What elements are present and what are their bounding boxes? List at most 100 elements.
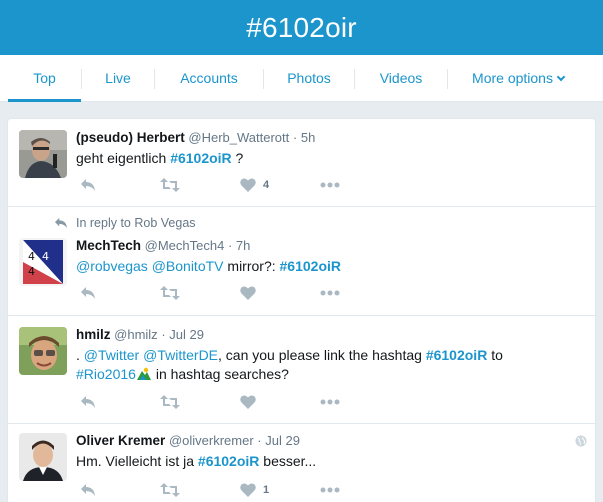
tweet-text: geht eigentlich #6102oiR ? [76, 150, 243, 166]
tweet-text: @robvegas @BonitoTV mirror?: #6102oiR [76, 258, 341, 274]
retweet-icon [160, 178, 180, 192]
reply-button[interactable] [80, 392, 96, 412]
reply-icon [81, 179, 95, 191]
tweet-header: MechTech @MechTech4 · 7h [76, 238, 250, 253]
tweet-header: hmilz @hmilz · Jul 29 [76, 327, 204, 342]
tab-photos[interactable]: Photos [264, 55, 354, 102]
more-actions-button[interactable] [320, 175, 340, 195]
mention-link[interactable]: @TwitterDE [143, 347, 218, 363]
hashtag-link[interactable]: #Rio2016 [76, 366, 136, 382]
tweet-fullname[interactable]: Oliver Kremer [76, 433, 165, 448]
hashtag-link[interactable]: #6102oiR [198, 453, 259, 469]
reply-button[interactable] [80, 283, 96, 303]
like-count: 1 [263, 484, 270, 496]
reply-icon [81, 287, 95, 299]
tweet-header: (pseudo) Herbert @Herb_Watterott · 5h [76, 130, 315, 145]
retweet-icon [160, 483, 180, 497]
tweet-text-segment: besser... [259, 453, 317, 469]
search-tabs: Top Live Accounts Photos Videos More opt… [0, 55, 603, 102]
tweet-timestamp[interactable]: Jul 29 [169, 327, 204, 342]
tweet-timeline: (pseudo) Herbert @Herb_Watterott · 5h ge… [7, 118, 596, 502]
more-actions-button[interactable] [320, 480, 340, 500]
reply-context-label: In reply to Rob Vegas [76, 216, 196, 230]
tab-top[interactable]: Top [8, 55, 81, 102]
tab-accounts[interactable]: Accounts [155, 55, 263, 102]
tweet-separator: · [161, 327, 166, 342]
svg-text:4: 4 [42, 250, 49, 263]
tweet-text-segment: to [487, 347, 503, 363]
heart-icon [240, 178, 256, 192]
more-dots-icon [320, 399, 340, 405]
tweet-actions [76, 283, 376, 303]
tweet-timestamp[interactable]: 7h [236, 238, 250, 253]
retweet-button[interactable] [160, 392, 180, 412]
tweet-timestamp[interactable]: 5h [301, 130, 315, 145]
more-dots-icon [320, 290, 340, 296]
avatar[interactable]: 4 4 4 4 [19, 238, 67, 286]
tweet-text-segment: mirror?: [223, 258, 280, 274]
retweet-icon [160, 286, 180, 300]
reply-context[interactable]: In reply to Rob Vegas [54, 216, 196, 230]
tweet-handle[interactable]: @MechTech4 [145, 238, 225, 253]
tweet-text: . @Twitter @TwitterDE, can you please li… [76, 347, 503, 363]
tab-videos[interactable]: Videos [355, 55, 447, 102]
chevron-down-icon [556, 72, 566, 82]
like-button[interactable]: 1 [240, 480, 269, 500]
tweet-item[interactable]: In reply to Rob Vegas 4 4 4 4 MechTech @… [8, 207, 595, 316]
avatar[interactable] [19, 130, 67, 178]
mention-link[interactable]: @robvegas [76, 258, 148, 274]
avatar[interactable] [19, 433, 67, 481]
tweet-timestamp[interactable]: Jul 29 [265, 433, 300, 448]
tweet-fullname[interactable]: hmilz [76, 327, 111, 342]
like-button[interactable] [240, 283, 256, 303]
reply-icon [55, 217, 67, 229]
reply-icon [81, 484, 95, 496]
tweet-item[interactable]: Oliver Kremer @oliverkremer · Jul 29 Hm.… [8, 424, 595, 502]
rio2016-emoji-icon [136, 367, 151, 380]
tab-live[interactable]: Live [82, 55, 154, 102]
tweet-text-segment: , can you please link the hashtag [218, 347, 426, 363]
tweet-text: Hm. Vielleicht ist ja #6102oiR besser... [76, 453, 316, 469]
tweet-handle[interactable]: @hmilz [114, 327, 158, 342]
tweet-handle[interactable]: @oliverkremer [169, 433, 254, 448]
reply-icon [81, 396, 95, 408]
reply-button[interactable] [80, 480, 96, 500]
tweet-actions: 4 [76, 175, 376, 195]
reply-button[interactable] [80, 175, 96, 195]
avatar[interactable] [19, 327, 67, 375]
heart-icon [240, 395, 256, 409]
search-header-banner: #6102oir [0, 0, 603, 55]
tweet-handle[interactable]: @Herb_Watterott [188, 130, 289, 145]
tweet-item[interactable]: hmilz @hmilz · Jul 29 . @Twitter @Twitte… [8, 316, 595, 424]
tweet-separator: · [227, 238, 233, 253]
more-actions-button[interactable] [320, 283, 340, 303]
search-query-title: #6102oir [246, 11, 357, 43]
tweet-header: Oliver Kremer @oliverkremer · Jul 29 [76, 433, 300, 448]
more-actions-button[interactable] [320, 392, 340, 412]
mention-link[interactable]: @Twitter [84, 347, 139, 363]
hashtag-link[interactable]: #6102oiR [280, 258, 341, 274]
tab-more-options[interactable]: More options [448, 55, 588, 102]
tweet-text-segment: in hashtag searches? [151, 366, 289, 382]
tweet-text-line2: #Rio2016 in hashtag searches? [76, 366, 289, 382]
retweet-button[interactable] [160, 480, 180, 500]
tweet-text-segment: . [76, 347, 84, 363]
retweet-button[interactable] [160, 283, 180, 303]
tweet-item[interactable]: (pseudo) Herbert @Herb_Watterott · 5h ge… [8, 119, 595, 207]
like-button[interactable]: 4 [240, 175, 269, 195]
hashtag-link[interactable]: #6102oiR [170, 150, 231, 166]
mention-link[interactable]: @BonitoTV [152, 258, 224, 274]
svg-text:4: 4 [42, 265, 49, 278]
tweet-separator: · [292, 130, 298, 145]
retweet-button[interactable] [160, 175, 180, 195]
retweet-icon [160, 395, 180, 409]
hashtag-link[interactable]: #6102oiR [426, 347, 487, 363]
tweet-fullname[interactable]: MechTech [76, 238, 141, 253]
like-count: 4 [263, 179, 270, 191]
tweet-actions [76, 392, 376, 412]
like-button[interactable] [240, 392, 256, 412]
svg-text:4: 4 [28, 250, 35, 263]
tweet-fullname[interactable]: (pseudo) Herbert [76, 130, 185, 145]
heart-icon [240, 483, 256, 497]
tweet-text-segment: ? [231, 150, 244, 166]
